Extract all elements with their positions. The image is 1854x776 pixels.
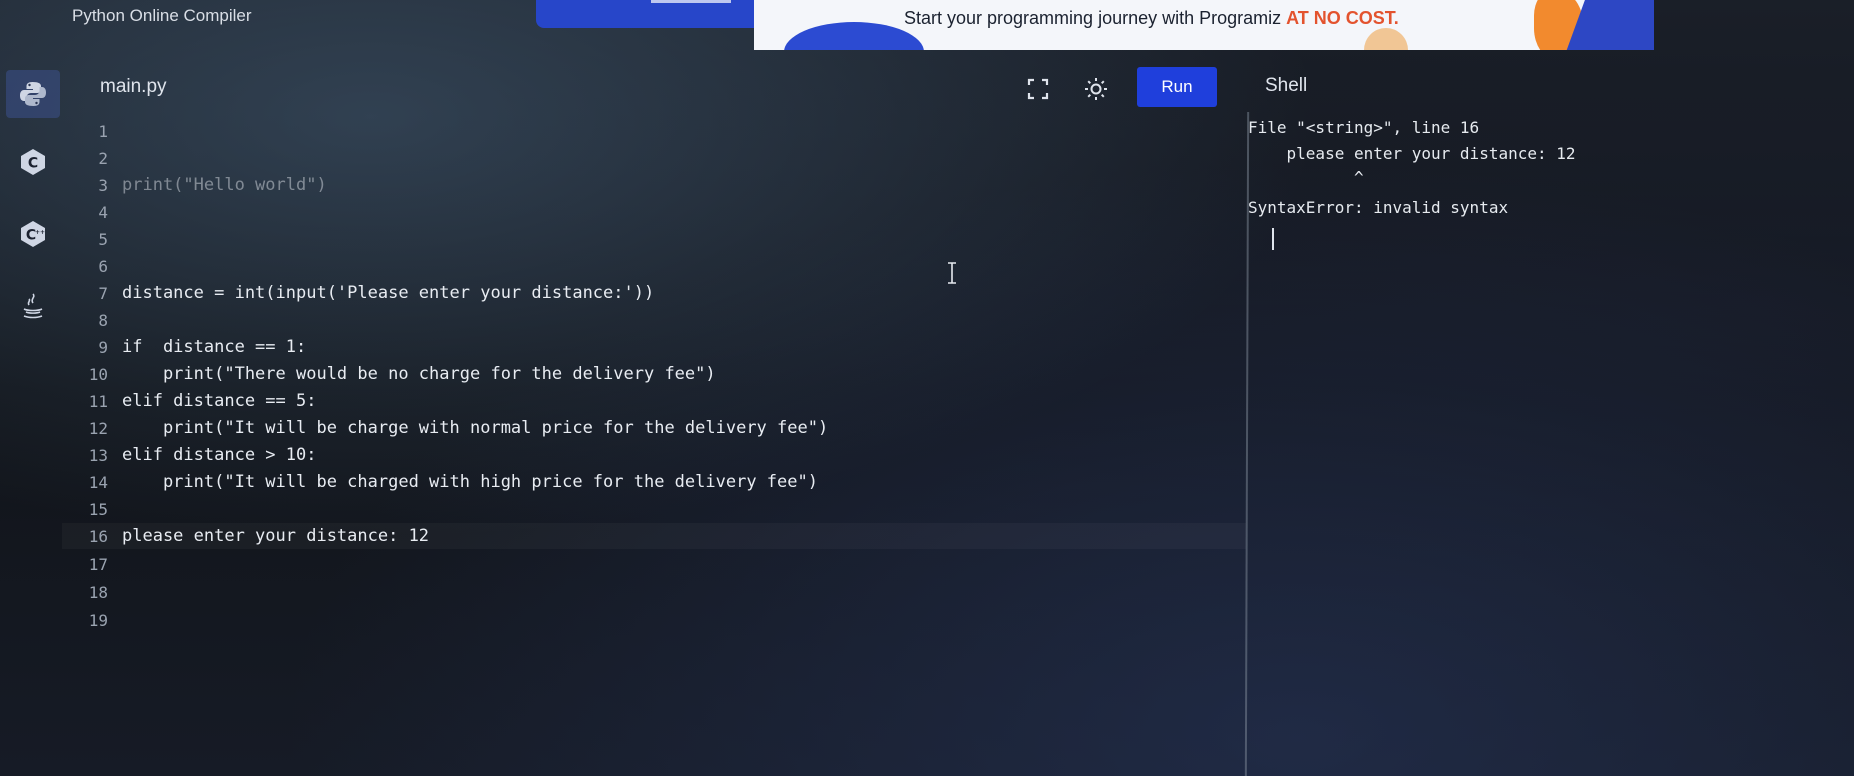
- svg-text:C: C: [28, 156, 38, 172]
- promo-banner[interactable]: Start your programming journey with Prog…: [754, 0, 1654, 50]
- line-number: 4: [98, 202, 108, 222]
- code-line: 8: [62, 307, 1246, 333]
- ibeam-cursor-icon: [948, 262, 956, 284]
- banner-decoration: [784, 22, 924, 50]
- banner-text: Start your programming journey with Prog…: [904, 8, 1399, 29]
- shell-output[interactable]: File "<string>", line 16 please enter yo…: [1248, 118, 1848, 418]
- line-number: 12: [88, 418, 108, 438]
- line-number: 5: [98, 229, 108, 249]
- line-number: 18: [88, 582, 108, 602]
- shell-output-line: please enter your distance: 12: [1248, 144, 1576, 163]
- shell-text-cursor: [1272, 228, 1274, 250]
- line-number: 14: [88, 472, 108, 492]
- line-code: elif distance > 10:: [122, 445, 317, 465]
- code-line: 7 distance = int(input('Please enter your…: [62, 280, 1246, 306]
- line-code: print("Hello world"): [122, 175, 327, 195]
- line-number: 3: [98, 175, 108, 195]
- python-icon: [20, 82, 46, 106]
- code-line: 18: [62, 579, 1246, 605]
- line-code: if distance == 1:: [122, 337, 307, 357]
- svg-text:++: ++: [35, 229, 45, 236]
- line-number: 11: [88, 391, 108, 411]
- fullscreen-icon: [1027, 78, 1049, 100]
- sidebar-item-cpp[interactable]: C ++: [6, 210, 60, 258]
- line-code: elif distance == 5:: [122, 391, 317, 411]
- shell-output-line: File "<string>", line 16: [1248, 118, 1480, 137]
- line-number: 17: [88, 554, 108, 574]
- code-line: 13 elif distance > 10:: [62, 442, 1246, 468]
- java-icon: [23, 293, 43, 319]
- line-number: 1: [98, 121, 108, 141]
- line-number: 13: [88, 445, 108, 465]
- shell-title: Shell: [1265, 75, 1308, 96]
- sidebar-item-python[interactable]: [6, 70, 60, 118]
- shell-output-line: SyntaxError: invalid syntax: [1248, 198, 1509, 217]
- line-code: print("It will be charged with high pric…: [122, 472, 818, 492]
- editor-header: main.py: [62, 60, 1242, 114]
- sun-icon: [1085, 78, 1107, 100]
- line-number: 10: [88, 364, 108, 384]
- app-title: Python Online Compiler: [72, 6, 252, 25]
- shell-output-line: ^: [1248, 168, 1364, 187]
- code-line: 1: [62, 118, 1246, 144]
- code-line: 3 print("Hello world"): [62, 172, 1246, 198]
- line-number: 9: [98, 337, 108, 357]
- line-number: 16: [88, 526, 108, 546]
- code-line: 19: [62, 607, 1246, 633]
- code-line: 12 print("It will be charge with normal …: [62, 415, 1246, 441]
- code-line: 10 print("There would be no charge for t…: [62, 361, 1246, 387]
- fullscreen-button[interactable]: [1023, 74, 1053, 104]
- code-line: 14 print("It will be charged with high p…: [62, 469, 1246, 495]
- code-line: 11 elif distance == 5:: [62, 388, 1246, 414]
- line-code: print("There would be no charge for the …: [122, 364, 716, 384]
- language-sidebar: C C ++: [0, 60, 62, 776]
- cpp-language-icon: C ++: [21, 221, 45, 247]
- screen: Python Online Compiler Start your progra…: [0, 0, 1854, 776]
- code-line: 9 if distance == 1:: [62, 334, 1246, 360]
- line-number: 8: [98, 310, 108, 330]
- line-code: print("It will be charge with normal pri…: [122, 418, 829, 438]
- c-language-icon: C: [21, 149, 45, 175]
- file-tab-main-py[interactable]: main.py: [100, 76, 167, 98]
- top-bar: Python Online Compiler Start your progra…: [0, 0, 1854, 52]
- code-line-current: 16 please enter your distance: 12: [62, 523, 1246, 549]
- line-code: please enter your distance: 12: [122, 526, 430, 546]
- code-line: 2: [62, 145, 1246, 171]
- line-number: 15: [88, 499, 108, 519]
- theme-toggle-button[interactable]: [1081, 74, 1111, 104]
- sidebar-item-java[interactable]: [6, 282, 60, 330]
- line-number: 7: [98, 283, 108, 303]
- banner-decoration: [1364, 28, 1408, 50]
- line-code: distance = int(input('Please enter your …: [122, 283, 655, 303]
- code-line: 4: [62, 199, 1246, 225]
- sidebar-item-c[interactable]: C: [6, 138, 60, 186]
- code-line: 5: [62, 226, 1246, 252]
- code-line: 6: [62, 253, 1246, 279]
- code-line: 17: [62, 551, 1246, 577]
- line-number: 2: [98, 148, 108, 168]
- code-editor[interactable]: 1 2 3 print("Hello world") 4 5 6 7 distanc…: [62, 118, 1246, 658]
- banner-text-main: Start your programming journey with Prog…: [904, 8, 1287, 28]
- code-line: 15: [62, 496, 1246, 522]
- run-button[interactable]: Run: [1137, 67, 1217, 107]
- line-number: 6: [98, 256, 108, 276]
- promo-tab-indicator: [651, 0, 731, 3]
- banner-text-accent: AT NO COST.: [1286, 8, 1399, 28]
- line-number: 19: [88, 610, 108, 630]
